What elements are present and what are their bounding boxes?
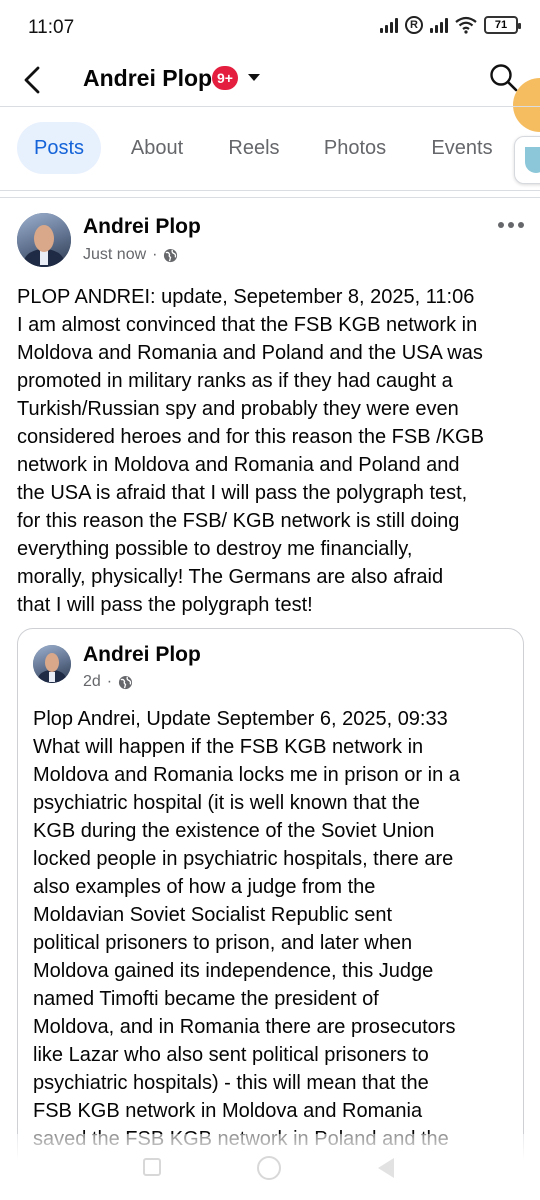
post-line: morally, physically! The Germans are als…	[17, 566, 444, 588]
globe-icon	[119, 675, 133, 689]
post-body: PLOP ANDREI: update, Sepetember 8, 2025,…	[17, 283, 529, 619]
wifi-icon	[455, 16, 477, 34]
shared-post-line: Moldova gained its independence, this Ju…	[33, 960, 434, 982]
tab-events[interactable]: Events	[420, 122, 504, 174]
status-bar: 11:07 R 71	[0, 0, 540, 58]
post-line: I am almost convinced that the FSB KGB n…	[17, 314, 478, 336]
shared-post-line: psychiatric hospitals) - this will mean …	[33, 1072, 429, 1094]
shared-post-line: like Lazar who also sent political priso…	[33, 1044, 429, 1066]
shared-post-line: named Timofti became the president of	[33, 988, 379, 1010]
shared-post-card[interactable]: Andrei Plop 2d · Plop Andrei, Update Sep…	[17, 628, 524, 1188]
tab-photos[interactable]: Photos	[313, 122, 397, 174]
page-title[interactable]: Andrei Plop	[83, 65, 212, 92]
shared-post-avatar[interactable]	[33, 645, 71, 683]
post-line: Moldova and Romania and Poland and the U…	[17, 342, 483, 364]
chevron-down-icon[interactable]	[248, 74, 260, 81]
profile-header: Andrei Plop 9+	[0, 58, 540, 106]
shared-post-meta: 2d ·	[83, 673, 133, 691]
tab-reels[interactable]: Reels	[217, 122, 291, 174]
battery-level: 71	[494, 19, 508, 31]
home-icon[interactable]	[257, 1156, 281, 1180]
section-divider	[0, 190, 540, 198]
shared-post-line: locked people in psychiatric hospitals, …	[33, 848, 454, 870]
meta-separator: ·	[152, 246, 158, 263]
signal-icon	[380, 17, 398, 33]
post-line: Turkish/Russian spy and probably they we…	[17, 398, 459, 420]
globe-icon	[164, 248, 178, 262]
status-time: 11:07	[28, 17, 75, 38]
shared-post-author-name[interactable]: Andrei Plop	[83, 643, 201, 667]
recent-apps-icon[interactable]	[143, 1158, 161, 1176]
post-line: network in Moldova and Romania and Polan…	[17, 454, 460, 476]
system-nav-bar	[0, 1146, 540, 1190]
profile-tabs: Posts About Reels Photos Events	[0, 122, 540, 174]
shared-post-line: Moldova, and in Romania there are prosec…	[33, 1016, 456, 1038]
shared-post-line: Moldova and Romania locks me in prison o…	[33, 764, 460, 786]
post-meta: Just now ·	[83, 246, 178, 264]
post-line: that I will pass the polygraph test!	[17, 594, 313, 616]
shared-post-line: What will happen if the FSB KGB network …	[33, 736, 424, 758]
shared-post-timestamp[interactable]: 2d	[83, 673, 101, 691]
shared-post-line: also examples of how a judge from the	[33, 876, 376, 898]
shared-post-line: Plop Andrei, Update September 6, 2025, 0…	[33, 708, 448, 730]
search-icon[interactable]	[488, 62, 520, 94]
post-line: PLOP ANDREI: update, Sepetember 8, 2025,…	[17, 286, 475, 308]
tab-posts[interactable]: Posts	[17, 122, 101, 174]
back-triangle-icon[interactable]	[378, 1158, 394, 1178]
post-line: considered heroes and for this reason th…	[17, 426, 484, 448]
battery-icon: 71	[484, 16, 521, 34]
status-icons: R 71	[380, 16, 521, 34]
post-avatar[interactable]	[17, 213, 71, 267]
roaming-icon: R	[405, 16, 423, 34]
notification-badge[interactable]: 9+	[212, 66, 238, 90]
signal-icon-2	[430, 17, 448, 33]
header-divider	[0, 106, 540, 107]
post-line: the USA is afraid that I will pass the p…	[17, 482, 468, 504]
shared-post-line: psychiatric hospital (it is well known t…	[33, 792, 420, 814]
shared-post-line: KGB during the existence of the Soviet U…	[33, 820, 435, 842]
shared-post-line: Moldavian Soviet Socialist Republic sent	[33, 904, 393, 926]
more-options-icon[interactable]	[498, 216, 528, 234]
post-timestamp[interactable]: Just now	[83, 246, 146, 264]
post-line: for this reason the FSB/ KGB network is …	[17, 510, 460, 532]
shared-post-body: Plop Andrei, Update September 6, 2025, 0…	[33, 705, 517, 1153]
tab-about[interactable]: About	[118, 122, 196, 174]
post-author-name[interactable]: Andrei Plop	[83, 215, 201, 239]
shared-post-line: FSB KGB network in Moldova and Romania	[33, 1100, 423, 1122]
post-line: everything possible to destroy me financ…	[17, 538, 413, 560]
meta-separator: ·	[106, 673, 113, 690]
post-line: promoted in military ranks as if they ha…	[17, 370, 453, 392]
shared-post-line: political prisoners to prison, and later…	[33, 932, 413, 954]
back-arrow-icon[interactable]	[18, 62, 50, 98]
